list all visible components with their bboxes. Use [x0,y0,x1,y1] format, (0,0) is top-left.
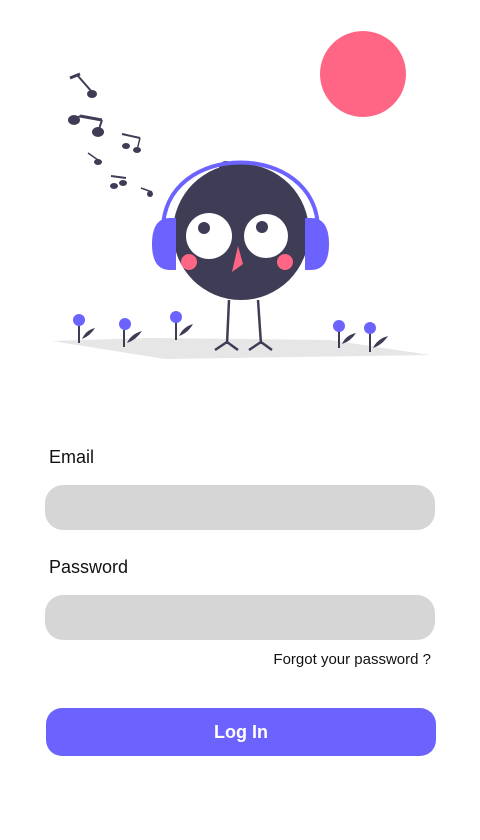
password-input[interactable] [45,595,435,640]
ground-shape [52,338,430,359]
login-button[interactable]: Log In [46,708,436,756]
flower-icon [73,314,95,343]
sun-icon [320,31,406,117]
email-input[interactable] [45,485,435,530]
password-label: Password [49,557,129,577]
music-notes-icon [68,72,153,197]
flower-icon [170,311,193,340]
forgot-password-link[interactable]: Forgot your password ? [273,650,431,670]
email-label: Email [49,447,95,467]
hero-illustration [52,31,430,359]
